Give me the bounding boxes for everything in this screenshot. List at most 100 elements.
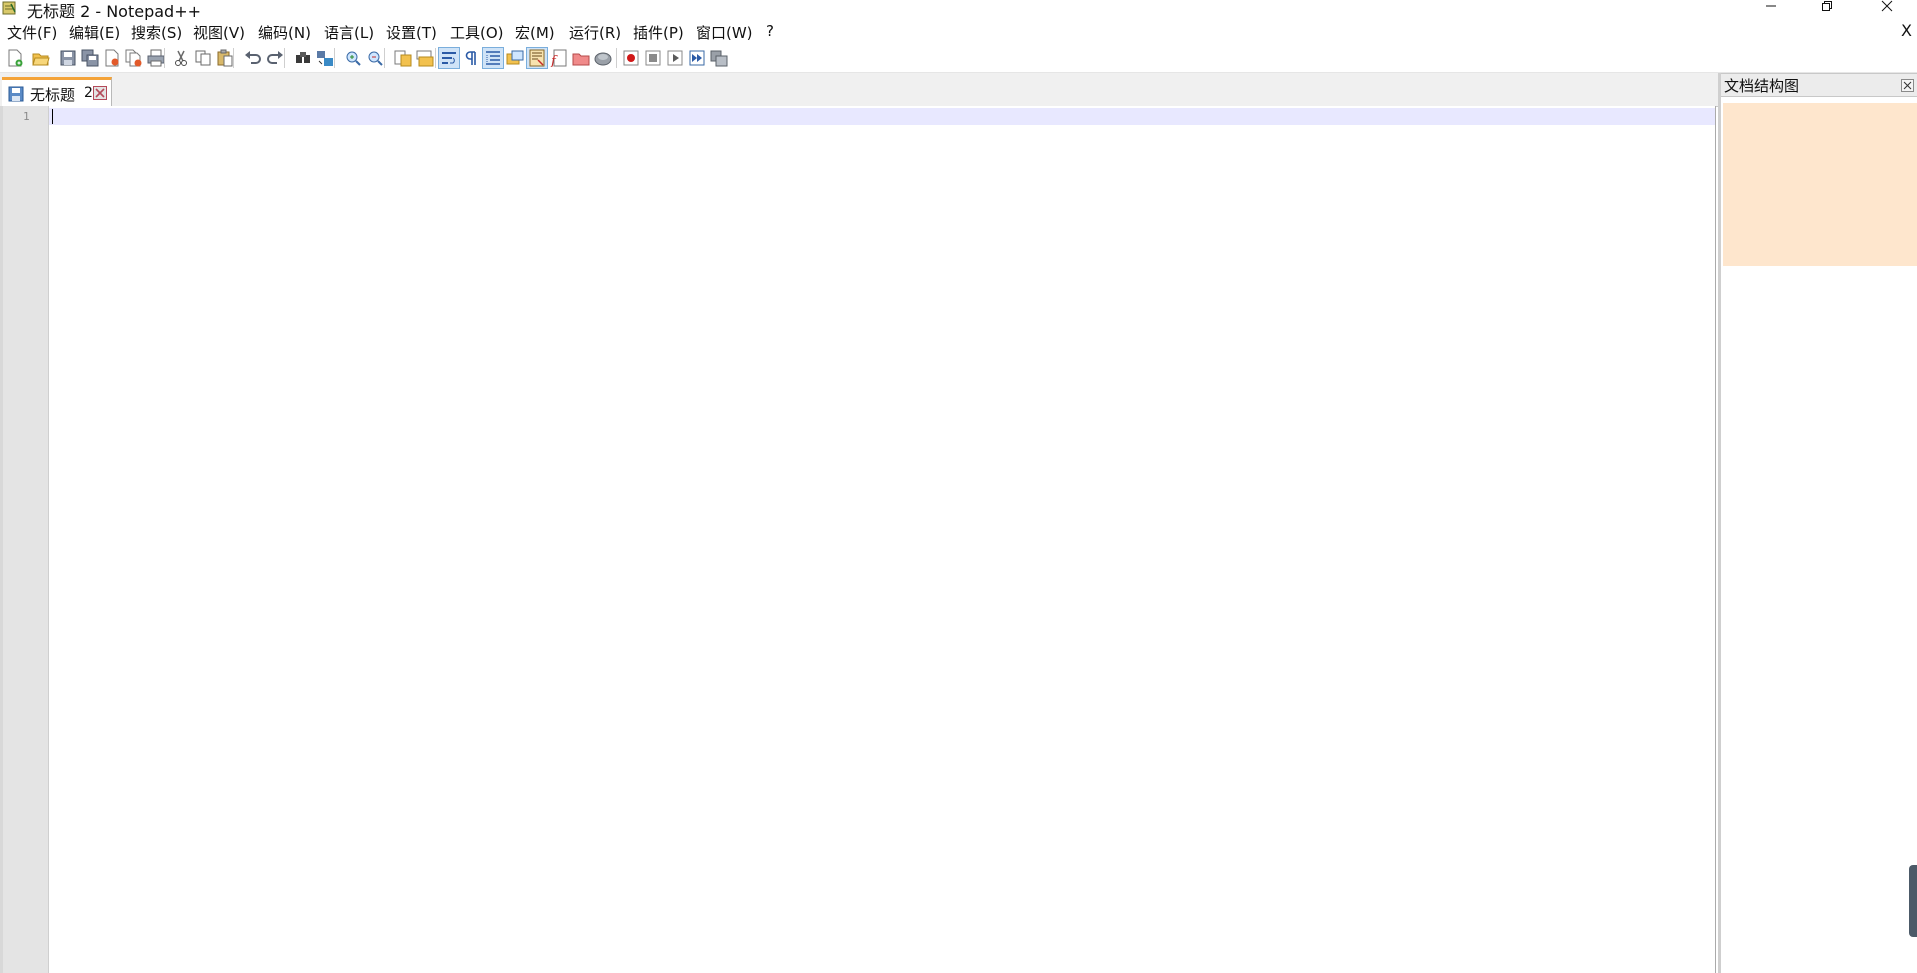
save-state-icon: [8, 86, 24, 102]
copy-icon: [195, 50, 211, 66]
close-file-icon: [105, 49, 119, 67]
menu-help[interactable]: ?: [766, 22, 774, 40]
replace-icon: [317, 51, 333, 66]
stop-macro-button[interactable]: [642, 47, 664, 69]
close-document-button[interactable]: X: [1901, 21, 1912, 40]
user-language-icon: [506, 50, 524, 65]
document-map-icon: [529, 49, 545, 67]
undo-icon: [245, 51, 261, 64]
document-map-title: 文档结构图: [1724, 77, 1800, 95]
record-macro-button[interactable]: [620, 47, 642, 69]
pilcrow-icon: [465, 51, 476, 65]
print-icon: [147, 49, 165, 67]
menu-plugins[interactable]: 插件(P): [633, 22, 684, 43]
side-scroll-handle[interactable]: [1909, 865, 1917, 937]
save-all-button[interactable]: [79, 47, 101, 69]
toolbar-separator: [384, 48, 385, 68]
find-icon: [296, 52, 310, 63]
user-language-button[interactable]: [504, 47, 526, 69]
zoom-out-icon: [368, 51, 383, 66]
cut-button[interactable]: [170, 47, 192, 69]
open-file-button[interactable]: [30, 47, 52, 69]
sync-vertical-button[interactable]: [392, 47, 414, 69]
toolbar-separator: [284, 48, 285, 68]
menu-encoding[interactable]: 编码(N): [258, 22, 311, 43]
toolbar: f: [0, 44, 1917, 73]
copy-button[interactable]: [192, 47, 214, 69]
save-icon: [60, 50, 76, 66]
sync-horizontal-button[interactable]: [414, 47, 436, 69]
toolbar-separator: [233, 48, 234, 68]
new-file-icon: [8, 49, 23, 67]
restore-icon: [1822, 1, 1832, 11]
tab-bar: 无标题 2: [0, 73, 1718, 107]
monitoring-button[interactable]: [592, 47, 614, 69]
undo-button[interactable]: [242, 47, 264, 69]
close-icon: [95, 88, 105, 98]
close-file-button[interactable]: [101, 47, 123, 69]
close-window-button[interactable]: [1864, 0, 1910, 16]
close-all-icon: [125, 49, 142, 67]
redo-icon: [267, 51, 283, 64]
menu-tools[interactable]: 工具(O): [450, 22, 504, 43]
menu-settings[interactable]: 设置(T): [386, 22, 437, 43]
line-number: 1: [23, 110, 30, 123]
folder-workspace-icon: [572, 53, 590, 66]
zoom-out-button[interactable]: [364, 47, 386, 69]
fast-forward-icon: [689, 50, 705, 66]
tab-untitled-2[interactable]: 无标题 2: [2, 77, 112, 107]
cut-icon: [175, 50, 187, 66]
menu-language[interactable]: 语言(L): [324, 22, 374, 43]
menu-run[interactable]: 运行(R): [569, 22, 621, 43]
toolbar-separator: [164, 48, 165, 68]
menu-window[interactable]: 窗口(W): [696, 22, 753, 43]
tab-label: 无标题: [30, 86, 76, 104]
toolbar-separator: [616, 48, 617, 68]
play-macro-button[interactable]: [664, 47, 686, 69]
monitoring-icon: [594, 52, 612, 66]
window-title: 无标题 2 - Notepad++: [27, 2, 202, 21]
restore-button[interactable]: [1804, 0, 1850, 16]
indent-guide-button[interactable]: [482, 47, 504, 69]
new-file-button[interactable]: [4, 47, 26, 69]
zoom-in-icon: [346, 51, 361, 66]
close-icon[interactable]: [1901, 79, 1914, 92]
document-map-button[interactable]: [526, 47, 548, 69]
current-line-highlight: [49, 108, 1715, 125]
title-bar: 无标题 2 - Notepad++: [0, 0, 1917, 21]
close-all-button[interactable]: [123, 47, 145, 69]
play-icon: [667, 50, 683, 66]
folder-as-workspace-button[interactable]: [570, 47, 592, 69]
redo-button[interactable]: [264, 47, 286, 69]
save-macro-button[interactable]: [708, 47, 730, 69]
paste-icon: [217, 49, 233, 67]
save-all-icon: [81, 49, 99, 67]
word-wrap-icon: [442, 52, 456, 64]
document-map-header: 文档结构图: [1721, 73, 1917, 97]
tab-number: 2: [84, 85, 93, 101]
toolbar-separator: [334, 48, 335, 68]
function-list-button[interactable]: f: [548, 47, 570, 69]
menu-view[interactable]: 视图(V): [193, 22, 245, 43]
zoom-in-button[interactable]: [342, 47, 364, 69]
save-button[interactable]: [57, 47, 79, 69]
menu-bar: 文件(F) 编辑(E) 搜索(S) 视图(V) 编码(N) 语言(L) 设置(T…: [0, 20, 1917, 44]
open-folder-icon: [32, 53, 50, 66]
document-map-panel: 文档结构图: [1718, 73, 1917, 973]
minimize-button[interactable]: [1748, 0, 1794, 16]
document-map-viewport[interactable]: [1723, 103, 1917, 266]
menu-macro[interactable]: 宏(M): [515, 22, 555, 43]
show-all-chars-button[interactable]: [460, 47, 482, 69]
word-wrap-button[interactable]: [438, 47, 460, 69]
menu-edit[interactable]: 编辑(E): [69, 22, 120, 43]
menu-file[interactable]: 文件(F): [7, 22, 57, 43]
notepadpp-window: 无标题 2 - Notepad++ 文件(F) 编辑(E) 搜索(S) 视图(V…: [0, 0, 1917, 973]
menu-search[interactable]: 搜索(S): [131, 22, 182, 43]
replace-button[interactable]: [314, 47, 336, 69]
text-editor[interactable]: [49, 106, 1715, 973]
tab-close-button[interactable]: [93, 86, 107, 100]
run-macro-multiple-button[interactable]: [686, 47, 708, 69]
indent-guide-icon: [486, 51, 500, 65]
line-number-gutter: 1: [3, 106, 49, 973]
find-button[interactable]: [292, 47, 314, 69]
